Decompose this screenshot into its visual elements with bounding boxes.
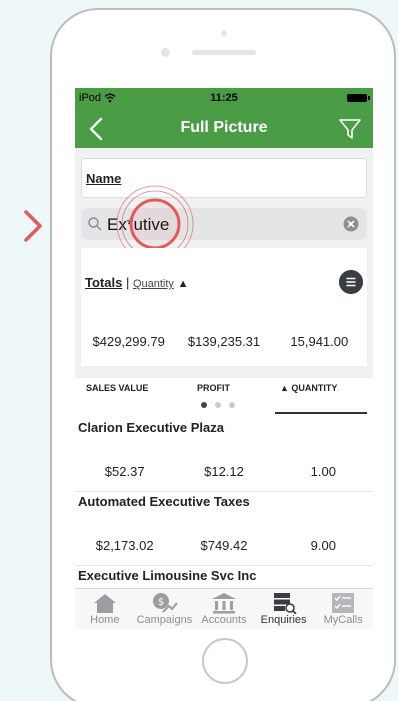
sort-arrow-icon: ▲	[177, 278, 189, 290]
tab-campaigns-label: Campaigns	[136, 614, 193, 626]
camera-dot	[161, 48, 170, 57]
totals-separator: |	[125, 275, 130, 290]
active-column-underline	[275, 412, 367, 414]
search-value: Ex*utive	[107, 215, 170, 234]
totals-title: Totals	[85, 275, 123, 290]
item-profit: $749.42	[200, 538, 248, 553]
total-quantity: 15,941.00	[290, 334, 349, 349]
item-sales-value: $2,173.02	[95, 538, 154, 553]
page-dot	[215, 402, 221, 408]
search-icon	[88, 217, 102, 231]
speaker-grille	[192, 50, 256, 55]
column-quantity[interactable]: ▲ QUANTITY	[280, 383, 337, 393]
page-dot	[201, 402, 207, 408]
svg-text:$: $	[158, 597, 164, 608]
battery-icon	[347, 94, 370, 102]
tab-home-label: Home	[90, 614, 120, 626]
column-profit[interactable]: PROFIT	[197, 383, 230, 393]
totals-sort-label: Quantity	[132, 278, 174, 290]
totals-values: $429,299.79 $139,235.31 15,941.00	[81, 334, 367, 349]
item-sales-value: $52.37	[104, 464, 145, 479]
item-profit: $12.12	[204, 464, 244, 479]
item-values: $52.37 $12.12 1.00	[75, 464, 373, 479]
tab-home[interactable]: Home	[75, 589, 135, 629]
column-header: SALES VALUE PROFIT ▲ QUANTITY	[75, 378, 373, 418]
total-sales-value: $429,299.79	[92, 334, 165, 349]
tab-bar: Home $ Campaigns Accounts Enquiries MyCa…	[75, 588, 373, 629]
nav-bar: Full Picture	[75, 110, 373, 148]
list-item[interactable]: Automated Executive Taxes $2,173.02 $749…	[75, 492, 373, 566]
item-quantity: 1.00	[310, 464, 336, 479]
page-indicator	[201, 402, 235, 408]
list-item[interactable]: Executive Limousine Svc Inc	[75, 566, 373, 588]
status-bar: iPod 11:25	[75, 88, 373, 108]
item-name: Clarion Executive Plaza	[78, 420, 224, 435]
tab-enquiries-label: Enquiries	[260, 614, 307, 626]
status-time: 11:25	[210, 92, 238, 104]
item-name: Automated Executive Taxes	[78, 494, 250, 509]
name-label: Name	[86, 171, 122, 186]
chevron-right-icon	[24, 210, 42, 242]
results-list: Clarion Executive Plaza $52.37 $12.12 1.…	[75, 418, 373, 588]
tab-campaigns[interactable]: $ Campaigns	[135, 589, 195, 629]
item-values: $2,173.02 $749.42 9.00	[75, 538, 373, 553]
clear-icon[interactable]	[343, 216, 359, 232]
name-field[interactable]: Name	[81, 158, 367, 198]
totals-header[interactable]: Totals | Quantity ▲	[85, 275, 188, 290]
enquiries-icon	[273, 593, 297, 614]
tab-accounts[interactable]: Accounts	[194, 589, 254, 629]
campaigns-icon: $	[153, 593, 179, 613]
tab-mycalls[interactable]: MyCalls	[313, 589, 373, 629]
totals-card: Totals | Quantity ▲ $429,299.79 $139,235…	[81, 248, 367, 366]
page-title: Full Picture	[180, 119, 268, 136]
app-screen: iPod 11:25 Full Picture Name Ex*utive To…	[75, 88, 373, 629]
header: iPod 11:25 Full Picture	[75, 88, 373, 148]
sensor-dot	[221, 30, 227, 36]
tab-mycalls-label: MyCalls	[323, 614, 363, 626]
tab-enquiries[interactable]: Enquiries	[254, 589, 314, 629]
item-name: Executive Limousine Svc Inc	[78, 568, 257, 583]
list-item[interactable]: Clarion Executive Plaza $52.37 $12.12 1.…	[75, 418, 373, 492]
page-dot	[229, 402, 235, 408]
menu-icon[interactable]	[339, 270, 363, 294]
total-profit: $139,235.31	[187, 334, 261, 349]
tab-accounts-label: Accounts	[201, 614, 247, 626]
item-quantity: 9.00	[310, 538, 336, 553]
search-input[interactable]: Ex*utive	[81, 208, 367, 240]
home-button[interactable]	[202, 638, 248, 684]
filter-icon[interactable]	[337, 116, 363, 142]
checklist-icon	[332, 593, 355, 613]
home-icon	[93, 594, 116, 613]
bank-icon	[211, 593, 236, 614]
column-sales-value[interactable]: SALES VALUE	[86, 383, 148, 393]
